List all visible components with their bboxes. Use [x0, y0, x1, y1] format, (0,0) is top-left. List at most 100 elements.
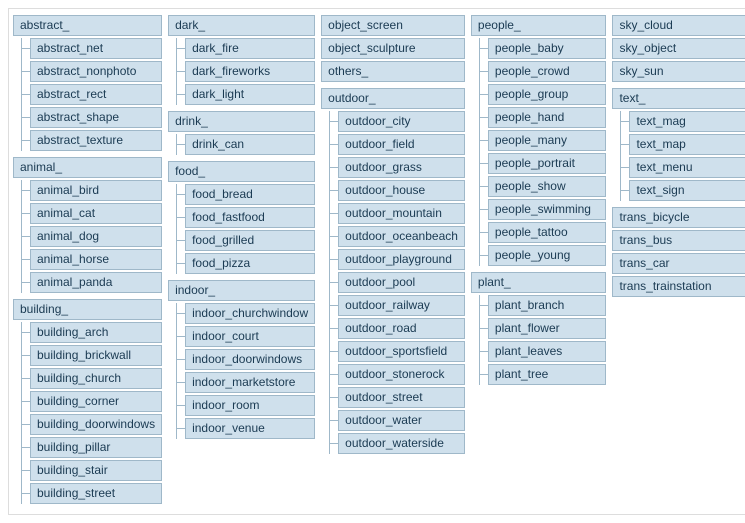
category-child[interactable]: people_baby: [488, 38, 607, 59]
category-child[interactable]: people_crowd: [488, 61, 607, 82]
category-children: dark_firedark_fireworksdark_light: [176, 38, 315, 105]
category-child[interactable]: text_sign: [629, 180, 745, 201]
category-child[interactable]: plant_branch: [488, 295, 607, 316]
tree-connector: [177, 48, 185, 49]
category-child[interactable]: outdoor_waterside: [338, 433, 465, 454]
category-parent[interactable]: food_: [168, 161, 315, 182]
category-child-row: outdoor_mountain: [330, 203, 465, 224]
category-child[interactable]: drink_can: [185, 134, 315, 155]
category-child[interactable]: indoor_venue: [185, 418, 315, 439]
category-parent[interactable]: building_: [13, 299, 162, 320]
category-child[interactable]: building_arch: [30, 322, 162, 343]
category-child[interactable]: building_pillar: [30, 437, 162, 458]
category-parent[interactable]: animal_: [13, 157, 162, 178]
category-child[interactable]: indoor_marketstore: [185, 372, 315, 393]
category-node[interactable]: object_sculpture: [321, 38, 465, 59]
category-parent[interactable]: text_: [612, 88, 745, 109]
category-child[interactable]: outdoor_railway: [338, 295, 465, 316]
category-child-row: outdoor_pool: [330, 272, 465, 293]
category-child[interactable]: indoor_churchwindow: [185, 303, 315, 324]
tree-connector: [480, 305, 488, 306]
category-child[interactable]: outdoor_water: [338, 410, 465, 431]
category-node[interactable]: trans_bicycle: [612, 207, 745, 228]
category-child[interactable]: animal_panda: [30, 272, 162, 293]
category-group: plant_plant_branchplant_flowerplant_leav…: [471, 272, 607, 385]
category-child[interactable]: text_mag: [629, 111, 745, 132]
category-child[interactable]: outdoor_stonerock: [338, 364, 465, 385]
category-child[interactable]: people_portrait: [488, 153, 607, 174]
category-child[interactable]: outdoor_road: [338, 318, 465, 339]
category-child[interactable]: building_stair: [30, 460, 162, 481]
category-child[interactable]: animal_horse: [30, 249, 162, 270]
category-child[interactable]: dark_light: [185, 84, 315, 105]
category-child[interactable]: plant_flower: [488, 318, 607, 339]
category-parent[interactable]: abstract_: [13, 15, 162, 36]
category-child[interactable]: building_street: [30, 483, 162, 504]
category-node[interactable]: sky_sun: [612, 61, 745, 82]
category-child-row: people_baby: [480, 38, 607, 59]
category-node[interactable]: object_screen: [321, 15, 465, 36]
category-parent[interactable]: plant_: [471, 272, 607, 293]
category-child[interactable]: plant_leaves: [488, 341, 607, 362]
category-child[interactable]: indoor_doorwindows: [185, 349, 315, 370]
category-child[interactable]: outdoor_grass: [338, 157, 465, 178]
category-node[interactable]: sky_cloud: [612, 15, 745, 36]
category-child[interactable]: abstract_rect: [30, 84, 162, 105]
category-node[interactable]: others_: [321, 61, 465, 82]
category-child[interactable]: people_young: [488, 245, 607, 266]
category-child[interactable]: animal_dog: [30, 226, 162, 247]
category-child[interactable]: food_bread: [185, 184, 315, 205]
category-child[interactable]: outdoor_pool: [338, 272, 465, 293]
category-node[interactable]: trans_bus: [612, 230, 745, 251]
category-child[interactable]: plant_tree: [488, 364, 607, 385]
category-child[interactable]: people_tattoo: [488, 222, 607, 243]
category-child[interactable]: building_doorwindows: [30, 414, 162, 435]
category-child[interactable]: dark_fireworks: [185, 61, 315, 82]
category-child[interactable]: abstract_shape: [30, 107, 162, 128]
category-child[interactable]: outdoor_street: [338, 387, 465, 408]
tree-connector: [621, 190, 629, 191]
category-child[interactable]: outdoor_mountain: [338, 203, 465, 224]
category-child[interactable]: food_grilled: [185, 230, 315, 251]
category-child[interactable]: abstract_texture: [30, 130, 162, 151]
category-child[interactable]: outdoor_house: [338, 180, 465, 201]
category-child[interactable]: people_show: [488, 176, 607, 197]
category-child[interactable]: outdoor_city: [338, 111, 465, 132]
category-child[interactable]: building_corner: [30, 391, 162, 412]
category-parent[interactable]: people_: [471, 15, 607, 36]
category-child[interactable]: animal_cat: [30, 203, 162, 224]
category-parent[interactable]: drink_: [168, 111, 315, 132]
category-child[interactable]: people_group: [488, 84, 607, 105]
category-parent[interactable]: outdoor_: [321, 88, 465, 109]
category-child-row: people_swimming: [480, 199, 607, 220]
category-child-row: building_street: [22, 483, 162, 504]
category-child[interactable]: people_swimming: [488, 199, 607, 220]
category-node[interactable]: trans_car: [612, 253, 745, 274]
tree-connector: [22, 259, 30, 260]
category-child[interactable]: people_hand: [488, 107, 607, 128]
tree-connector: [330, 374, 338, 375]
category-child[interactable]: indoor_court: [185, 326, 315, 347]
category-child[interactable]: outdoor_field: [338, 134, 465, 155]
category-child[interactable]: outdoor_oceanbeach: [338, 226, 465, 247]
category-node[interactable]: sky_object: [612, 38, 745, 59]
category-parent[interactable]: indoor_: [168, 280, 315, 301]
category-child[interactable]: animal_bird: [30, 180, 162, 201]
category-child[interactable]: food_fastfood: [185, 207, 315, 228]
category-child[interactable]: building_church: [30, 368, 162, 389]
category-child[interactable]: abstract_net: [30, 38, 162, 59]
category-child[interactable]: food_pizza: [185, 253, 315, 274]
category-child[interactable]: indoor_room: [185, 395, 315, 416]
category-child-row: people_hand: [480, 107, 607, 128]
category-child[interactable]: building_brickwall: [30, 345, 162, 366]
category-parent[interactable]: dark_: [168, 15, 315, 36]
category-child[interactable]: abstract_nonphoto: [30, 61, 162, 82]
category-child[interactable]: text_menu: [629, 157, 745, 178]
category-group: outdoor_outdoor_cityoutdoor_fieldoutdoor…: [321, 88, 465, 454]
category-node[interactable]: trans_trainstation: [612, 276, 745, 297]
category-child[interactable]: people_many: [488, 130, 607, 151]
category-child[interactable]: dark_fire: [185, 38, 315, 59]
category-child[interactable]: text_map: [629, 134, 745, 155]
category-child[interactable]: outdoor_sportsfield: [338, 341, 465, 362]
category-child[interactable]: outdoor_playground: [338, 249, 465, 270]
